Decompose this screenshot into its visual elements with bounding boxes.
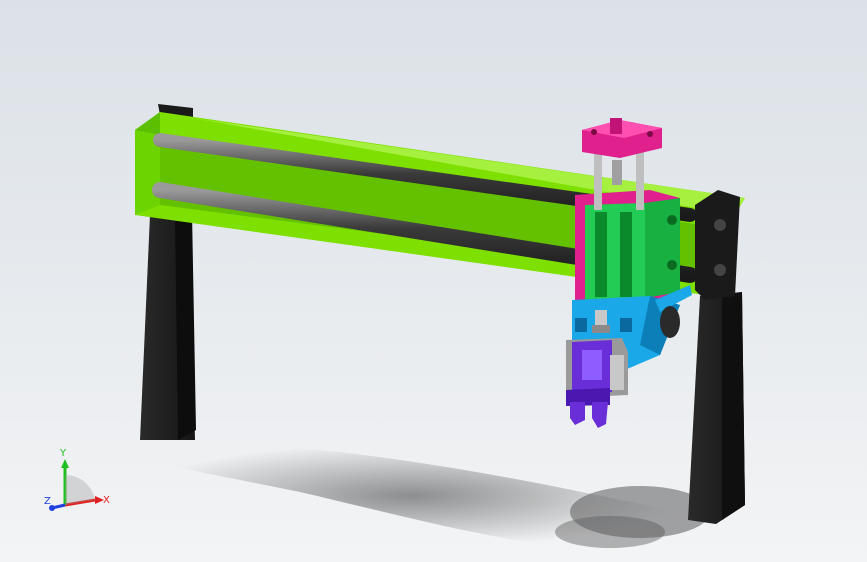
x-axis-label: X bbox=[103, 495, 110, 506]
top-plate[interactable] bbox=[582, 118, 662, 158]
gantry-model-view[interactable]: Y X Z bbox=[0, 0, 867, 562]
right-end-block[interactable] bbox=[695, 190, 740, 300]
axis-triad: Y X Z bbox=[44, 448, 110, 511]
z-axis-label: Z bbox=[44, 496, 51, 507]
gripper[interactable] bbox=[566, 338, 628, 428]
right-leg[interactable] bbox=[688, 292, 745, 524]
carriage-block[interactable] bbox=[575, 190, 680, 300]
y-axis-label: Y bbox=[59, 448, 67, 459]
floor-shadow bbox=[130, 443, 710, 548]
cad-viewport[interactable]: Y X Z bbox=[0, 0, 867, 562]
